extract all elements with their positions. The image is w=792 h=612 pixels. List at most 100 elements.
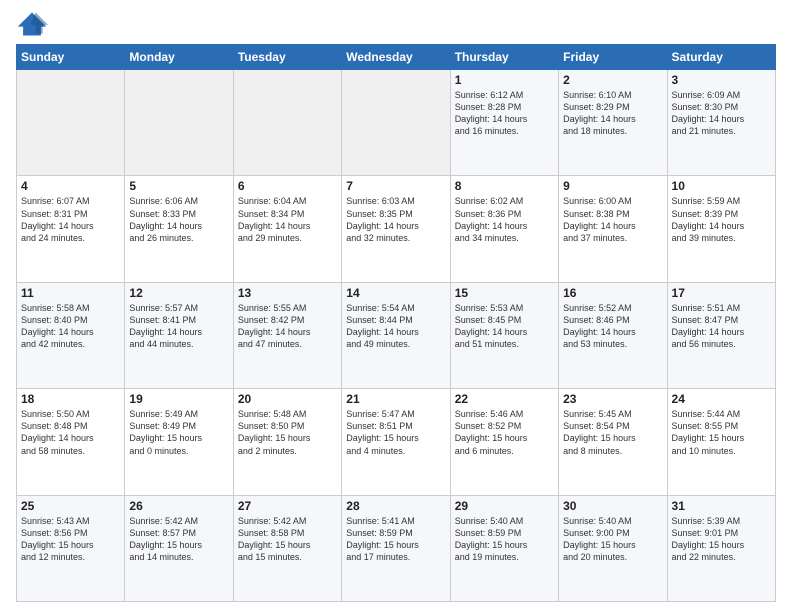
day-cell: 13 Sunrise: 5:55 AM Sunset: 8:42 PM Dayli…	[233, 282, 341, 388]
day-cell: 9Sunrise: 6:00 AM Sunset: 8:38 PM Daylig…	[559, 176, 667, 282]
day-cell: 21 Sunrise: 5:47 AM Sunset: 8:51 PM Dayli…	[342, 389, 450, 495]
day-cell: 15 Sunrise: 5:53 AM Sunset: 8:45 PM Dayli…	[450, 282, 558, 388]
day-cell: 20 Sunrise: 5:48 AM Sunset: 8:50 PM Dayli…	[233, 389, 341, 495]
day-cell: 11 Sunrise: 5:58 AM Sunset: 8:40 PM Dayli…	[17, 282, 125, 388]
day-content: Sunrise: 5:45 AM Sunset: 8:54 PM Dayligh…	[563, 408, 662, 457]
day-content: Sunrise: 6:02 AM Sunset: 8:36 PM Dayligh…	[455, 195, 554, 244]
page: Sunday Monday Tuesday Wednesday Thursday…	[0, 0, 792, 612]
calendar-body: 1 Sunrise: 6:12 AM Sunset: 8:28 PM Daylig…	[17, 70, 776, 602]
day-number: 31	[672, 499, 771, 513]
day-number: 4	[21, 179, 120, 193]
day-content: Sunrise: 6:12 AM Sunset: 8:28 PM Dayligh…	[455, 89, 554, 138]
calendar-table: Sunday Monday Tuesday Wednesday Thursday…	[16, 44, 776, 602]
day-number: 13	[238, 286, 337, 300]
day-cell	[342, 70, 450, 176]
day-number: 27	[238, 499, 337, 513]
header-tuesday: Tuesday	[233, 45, 341, 70]
day-cell: 7 Sunrise: 6:03 AM Sunset: 8:35 PM Daylig…	[342, 176, 450, 282]
logo	[16, 10, 52, 38]
day-cell: 19 Sunrise: 5:49 AM Sunset: 8:49 PM Dayli…	[125, 389, 233, 495]
week-row-1: 4 Sunrise: 6:07 AM Sunset: 8:31 PM Daylig…	[17, 176, 776, 282]
day-number: 22	[455, 392, 554, 406]
week-row-0: 1 Sunrise: 6:12 AM Sunset: 8:28 PM Daylig…	[17, 70, 776, 176]
day-cell: 25 Sunrise: 5:43 AM Sunset: 8:56 PM Dayli…	[17, 495, 125, 601]
day-cell: 2Sunrise: 6:10 AM Sunset: 8:29 PM Daylig…	[559, 70, 667, 176]
day-number: 14	[346, 286, 445, 300]
day-number: 18	[21, 392, 120, 406]
day-number: 21	[346, 392, 445, 406]
day-number: 20	[238, 392, 337, 406]
day-cell: 16 Sunrise: 5:52 AM Sunset: 8:46 PM Dayli…	[559, 282, 667, 388]
day-number: 6	[238, 179, 337, 193]
header-saturday: Saturday	[667, 45, 775, 70]
day-cell: 27 Sunrise: 5:42 AM Sunset: 8:58 PM Dayli…	[233, 495, 341, 601]
day-number: 15	[455, 286, 554, 300]
day-number: 7	[346, 179, 445, 193]
day-cell: 23 Sunrise: 5:45 AM Sunset: 8:54 PM Dayli…	[559, 389, 667, 495]
day-content: Sunrise: 5:53 AM Sunset: 8:45 PM Dayligh…	[455, 302, 554, 351]
day-cell: 22Sunrise: 5:46 AM Sunset: 8:52 PM Dayli…	[450, 389, 558, 495]
day-cell: 5 Sunrise: 6:06 AM Sunset: 8:33 PM Daylig…	[125, 176, 233, 282]
header-row: Sunday Monday Tuesday Wednesday Thursday…	[17, 45, 776, 70]
day-content: Sunrise: 6:06 AM Sunset: 8:33 PM Dayligh…	[129, 195, 228, 244]
week-row-4: 25 Sunrise: 5:43 AM Sunset: 8:56 PM Dayli…	[17, 495, 776, 601]
day-content: Sunrise: 5:58 AM Sunset: 8:40 PM Dayligh…	[21, 302, 120, 351]
day-cell	[125, 70, 233, 176]
day-number: 16	[563, 286, 662, 300]
day-number: 2	[563, 73, 662, 87]
day-content: Sunrise: 5:40 AM Sunset: 8:59 PM Dayligh…	[455, 515, 554, 564]
day-content: Sunrise: 5:51 AM Sunset: 8:47 PM Dayligh…	[672, 302, 771, 351]
day-cell	[17, 70, 125, 176]
day-cell: 29 Sunrise: 5:40 AM Sunset: 8:59 PM Dayli…	[450, 495, 558, 601]
header-thursday: Thursday	[450, 45, 558, 70]
header-wednesday: Wednesday	[342, 45, 450, 70]
day-number: 26	[129, 499, 228, 513]
day-number: 23	[563, 392, 662, 406]
day-content: Sunrise: 5:52 AM Sunset: 8:46 PM Dayligh…	[563, 302, 662, 351]
day-cell: 6 Sunrise: 6:04 AM Sunset: 8:34 PM Daylig…	[233, 176, 341, 282]
day-content: Sunrise: 5:42 AM Sunset: 8:58 PM Dayligh…	[238, 515, 337, 564]
day-number: 24	[672, 392, 771, 406]
day-number: 17	[672, 286, 771, 300]
day-content: Sunrise: 5:40 AM Sunset: 9:00 PM Dayligh…	[563, 515, 662, 564]
day-content: Sunrise: 5:55 AM Sunset: 8:42 PM Dayligh…	[238, 302, 337, 351]
logo-icon	[16, 10, 48, 38]
day-cell: 10 Sunrise: 5:59 AM Sunset: 8:39 PM Dayli…	[667, 176, 775, 282]
day-cell: 17 Sunrise: 5:51 AM Sunset: 8:47 PM Dayli…	[667, 282, 775, 388]
day-number: 3	[672, 73, 771, 87]
day-content: Sunrise: 6:03 AM Sunset: 8:35 PM Dayligh…	[346, 195, 445, 244]
day-cell: 30Sunrise: 5:40 AM Sunset: 9:00 PM Dayli…	[559, 495, 667, 601]
day-number: 11	[21, 286, 120, 300]
day-cell	[233, 70, 341, 176]
day-number: 5	[129, 179, 228, 193]
day-content: Sunrise: 5:57 AM Sunset: 8:41 PM Dayligh…	[129, 302, 228, 351]
day-content: Sunrise: 5:48 AM Sunset: 8:50 PM Dayligh…	[238, 408, 337, 457]
week-row-2: 11 Sunrise: 5:58 AM Sunset: 8:40 PM Dayli…	[17, 282, 776, 388]
day-cell: 12 Sunrise: 5:57 AM Sunset: 8:41 PM Dayli…	[125, 282, 233, 388]
day-cell: 18 Sunrise: 5:50 AM Sunset: 8:48 PM Dayli…	[17, 389, 125, 495]
day-content: Sunrise: 6:00 AM Sunset: 8:38 PM Dayligh…	[563, 195, 662, 244]
day-content: Sunrise: 5:47 AM Sunset: 8:51 PM Dayligh…	[346, 408, 445, 457]
day-content: Sunrise: 6:07 AM Sunset: 8:31 PM Dayligh…	[21, 195, 120, 244]
day-number: 19	[129, 392, 228, 406]
day-content: Sunrise: 5:39 AM Sunset: 9:01 PM Dayligh…	[672, 515, 771, 564]
day-content: Sunrise: 6:09 AM Sunset: 8:30 PM Dayligh…	[672, 89, 771, 138]
calendar-header: Sunday Monday Tuesday Wednesday Thursday…	[17, 45, 776, 70]
day-number: 12	[129, 286, 228, 300]
day-number: 1	[455, 73, 554, 87]
day-content: Sunrise: 5:54 AM Sunset: 8:44 PM Dayligh…	[346, 302, 445, 351]
day-content: Sunrise: 5:49 AM Sunset: 8:49 PM Dayligh…	[129, 408, 228, 457]
day-content: Sunrise: 5:43 AM Sunset: 8:56 PM Dayligh…	[21, 515, 120, 564]
day-number: 10	[672, 179, 771, 193]
day-cell: 14 Sunrise: 5:54 AM Sunset: 8:44 PM Dayli…	[342, 282, 450, 388]
day-number: 29	[455, 499, 554, 513]
week-row-3: 18 Sunrise: 5:50 AM Sunset: 8:48 PM Dayli…	[17, 389, 776, 495]
day-content: Sunrise: 5:50 AM Sunset: 8:48 PM Dayligh…	[21, 408, 120, 457]
header-sunday: Sunday	[17, 45, 125, 70]
day-cell: 4 Sunrise: 6:07 AM Sunset: 8:31 PM Daylig…	[17, 176, 125, 282]
day-number: 25	[21, 499, 120, 513]
day-content: Sunrise: 5:42 AM Sunset: 8:57 PM Dayligh…	[129, 515, 228, 564]
day-content: Sunrise: 6:04 AM Sunset: 8:34 PM Dayligh…	[238, 195, 337, 244]
day-content: Sunrise: 5:59 AM Sunset: 8:39 PM Dayligh…	[672, 195, 771, 244]
day-cell: 3 Sunrise: 6:09 AM Sunset: 8:30 PM Daylig…	[667, 70, 775, 176]
